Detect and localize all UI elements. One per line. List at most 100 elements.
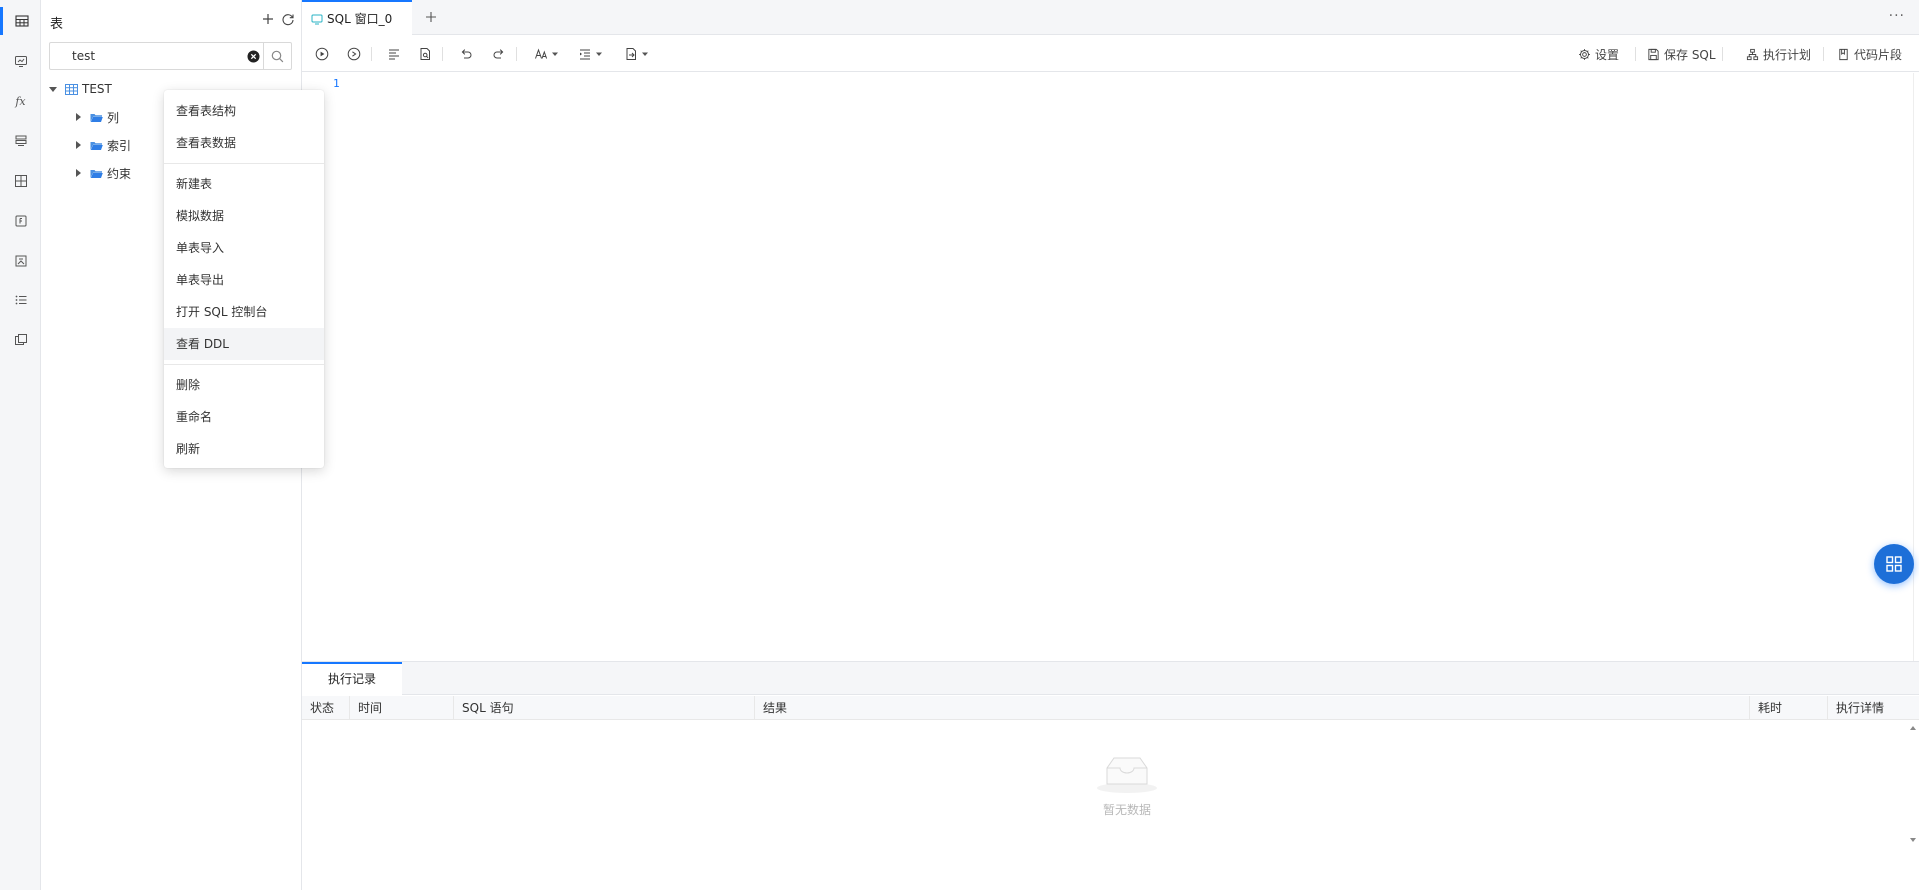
tab-label: SQL 窗口_0	[327, 12, 393, 26]
exec-plan-label: 执行计划	[1763, 47, 1812, 62]
editor-scrollbar[interactable]	[1913, 73, 1919, 661]
rail-triggers-button[interactable]	[0, 247, 41, 275]
rail-tables-button[interactable]	[0, 7, 41, 35]
toolbar-divider	[371, 47, 372, 61]
refresh-icon[interactable]	[281, 12, 295, 26]
save-sql-button[interactable]: 保存 SQL	[1647, 45, 1716, 63]
gear-icon	[1579, 48, 1590, 60]
hierarchy-icon	[1746, 48, 1759, 60]
scroll-down-icon[interactable]	[1909, 836, 1917, 844]
menu-item-view-ddl[interactable]: 查看 DDL	[164, 328, 324, 360]
col-duration[interactable]: 耗时	[1750, 696, 1828, 720]
menu-item-refresh[interactable]: 刷新	[164, 433, 324, 465]
menu-divider	[164, 364, 324, 365]
plus-icon[interactable]	[261, 12, 275, 26]
empty-state: 暂无数据	[1072, 752, 1182, 818]
procedure-icon	[15, 135, 26, 146]
run-current-button[interactable]	[347, 45, 361, 63]
sql-editor[interactable]: 1	[302, 73, 1919, 661]
editor-tab-bar: SQL 窗口_0 ···	[302, 0, 1919, 35]
tree-node-table[interactable]: TEST	[48, 78, 112, 100]
tree-node-constraints[interactable]: 约束	[73, 162, 131, 184]
menu-item-mock-data[interactable]: 模拟数据	[164, 200, 324, 232]
package-icon	[15, 215, 26, 227]
menu-item-view-structure[interactable]: 查看表结构	[164, 95, 324, 127]
indent-icon	[580, 49, 590, 60]
floating-menu-button[interactable]	[1874, 544, 1914, 584]
menu-item-view-data[interactable]: 查看表数据	[164, 127, 324, 159]
sql-console-icon	[311, 14, 323, 24]
toolbar-divider	[516, 47, 517, 61]
more-tabs-button[interactable]: ···	[1889, 8, 1905, 24]
menu-item-delete[interactable]: 删除	[164, 369, 324, 401]
rail-functions-button[interactable]: fx	[0, 87, 41, 115]
col-details[interactable]: 执行详情	[1828, 696, 1907, 720]
save-sql-label: 保存 SQL	[1664, 47, 1716, 62]
play-step-icon	[347, 47, 361, 61]
caret-right-icon[interactable]	[73, 140, 83, 150]
settings-button[interactable]: 设置	[1578, 45, 1619, 63]
menu-divider	[164, 163, 324, 164]
import-export-dropdown[interactable]	[624, 45, 649, 63]
col-sql[interactable]: SQL 语句	[454, 696, 755, 720]
scroll-up-icon[interactable]	[1909, 724, 1917, 732]
rail-packages-button[interactable]	[0, 207, 41, 235]
snippets-button[interactable]: 代码片段	[1837, 45, 1902, 63]
font-case-dropdown[interactable]	[534, 45, 559, 63]
empty-text: 暂无数据	[1102, 803, 1151, 817]
menu-item-import[interactable]: 单表导入	[164, 232, 324, 264]
toolbar-divider	[1823, 47, 1824, 61]
format-button[interactable]	[387, 45, 401, 63]
tree-node-indexes[interactable]: 索引	[73, 134, 131, 156]
tree-label: 约束	[107, 166, 132, 181]
table-icon	[15, 15, 29, 27]
rail-list-button[interactable]	[0, 286, 41, 314]
result-scrollbar[interactable]	[1907, 720, 1919, 848]
tree-node-columns[interactable]: 列	[73, 106, 119, 128]
rail-grid-button[interactable]	[0, 167, 41, 195]
search-box	[49, 42, 292, 70]
folder-open-icon	[90, 141, 103, 150]
undo-button[interactable]	[459, 45, 473, 63]
context-menu: 查看表结构 查看表数据 新建表 模拟数据 单表导入 单表导出 打开 SQL 控制…	[164, 90, 324, 468]
col-status[interactable]: 状态	[302, 696, 350, 720]
copy-icon	[14, 334, 27, 345]
play-circle-icon	[315, 47, 329, 61]
list-icon	[15, 295, 26, 305]
review-button[interactable]	[418, 45, 432, 63]
add-tab-icon[interactable]	[424, 10, 438, 24]
align-left-icon	[389, 49, 399, 60]
history-table-header: 状态 时间 SQL 语句 结果 耗时 执行详情	[302, 696, 1919, 720]
settings-label: 设置	[1595, 47, 1620, 62]
redo-icon	[493, 49, 504, 59]
caret-right-icon[interactable]	[73, 112, 83, 122]
caret-down-icon[interactable]	[48, 84, 58, 94]
exec-plan-button[interactable]: 执行计划	[1746, 45, 1811, 63]
run-button[interactable]	[315, 45, 329, 63]
search-input[interactable]	[50, 43, 240, 69]
menu-item-sql-console[interactable]: 打开 SQL 控制台	[164, 296, 324, 328]
trigger-icon	[15, 255, 26, 267]
rail-views-button[interactable]	[0, 47, 41, 75]
indent-dropdown[interactable]	[578, 45, 603, 63]
tab-exec-history[interactable]: 执行记录	[302, 662, 402, 695]
redo-button[interactable]	[492, 45, 506, 63]
col-result[interactable]: 结果	[755, 696, 1750, 720]
search-button[interactable]	[263, 43, 291, 69]
rail-procedures-button[interactable]	[0, 127, 41, 155]
tab-sql-window[interactable]: SQL 窗口_0	[302, 0, 412, 35]
font-case-icon	[535, 48, 548, 59]
caret-down-icon	[642, 52, 648, 56]
menu-item-export[interactable]: 单表导出	[164, 264, 324, 296]
folder-open-icon	[90, 113, 103, 122]
col-time[interactable]: 时间	[350, 696, 454, 720]
toolbar-divider	[442, 47, 443, 61]
rail-copy-button[interactable]	[0, 326, 41, 354]
grid-icon	[14, 175, 27, 187]
menu-item-new-table[interactable]: 新建表	[164, 168, 324, 200]
menu-item-rename[interactable]: 重命名	[164, 401, 324, 433]
panel-title: 表	[50, 17, 64, 32]
apps-grid-icon	[1886, 556, 1902, 572]
clear-icon[interactable]	[247, 50, 260, 63]
caret-right-icon[interactable]	[73, 168, 83, 178]
